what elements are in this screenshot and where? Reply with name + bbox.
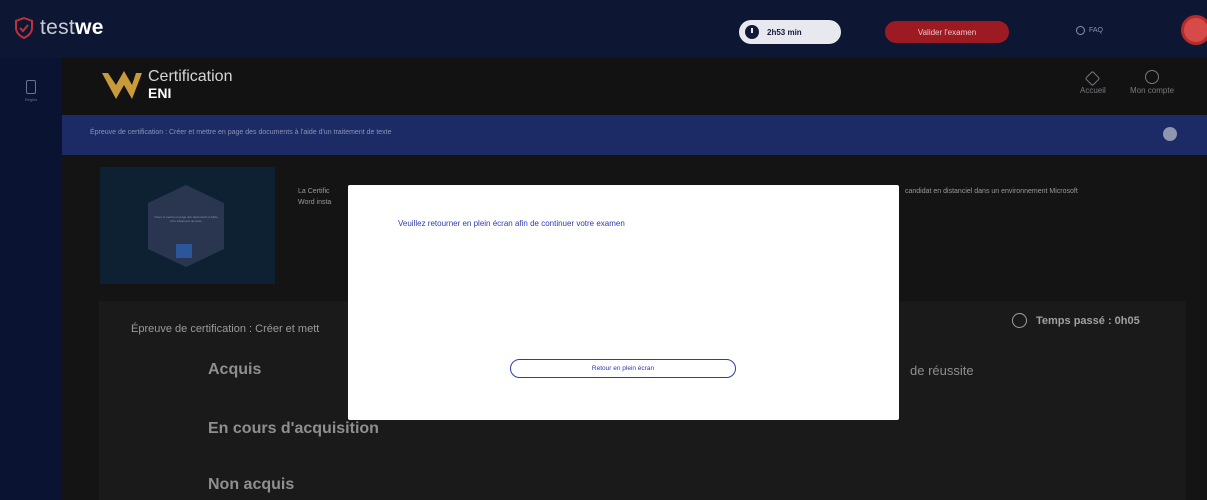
shield-icon (15, 17, 33, 39)
cert-subtitle: ENI (148, 85, 172, 101)
return-fullscreen-button[interactable]: Retour en plein écran (510, 359, 736, 378)
nav-account[interactable]: Mon compte (1130, 70, 1174, 95)
status-en-cours: En cours d'acquisition (208, 420, 379, 437)
banner-text: Épreuve de certification : Créer et mett… (90, 129, 392, 136)
word-icon (176, 244, 192, 258)
status-reussite: de réussite (910, 363, 974, 378)
results-title: Épreuve de certification : Créer et mett (131, 323, 320, 335)
fullscreen-modal: Veuillez retourner en plein écran afin d… (348, 185, 899, 420)
status-acquis: Acquis (208, 361, 262, 378)
description-line-2: Word insta (298, 199, 332, 206)
description-right: candidat en distanciel dans un environne… (905, 188, 1078, 195)
nav-home-label: Accueil (1080, 86, 1106, 95)
user-icon (1145, 70, 1160, 84)
user-avatar[interactable] (1181, 15, 1207, 45)
help-icon (1076, 26, 1085, 35)
clock-icon (1012, 313, 1027, 328)
time-spent-text: Temps passé : 0h05 (1036, 314, 1140, 327)
brand-logo[interactable]: testwe (14, 16, 104, 40)
exam-banner: Épreuve de certification : Créer et mett… (62, 115, 1207, 155)
description-line-1: La Certific (298, 188, 330, 195)
left-rail: Règles (0, 58, 62, 500)
modal-message: Veuillez retourner en plein écran afin d… (398, 219, 625, 228)
faq-label: FAQ (1089, 27, 1104, 34)
validate-exam-button[interactable]: Valider l'examen (885, 21, 1009, 43)
timer-text: 2h53 min (767, 27, 802, 37)
cert-badge: Créer et mettre en page des documents à … (100, 167, 275, 284)
info-icon[interactable] (1163, 127, 1177, 141)
cert-header: Certification ENI Accueil Mon compte (62, 58, 1207, 115)
badge-text: Créer et mettre en page des documents à … (154, 215, 218, 223)
rules-icon (26, 80, 36, 94)
cert-title: Certification (148, 68, 233, 85)
rail-item-label: Règles (24, 97, 38, 102)
stopwatch-icon (745, 25, 759, 39)
rail-item-rules[interactable]: Règles (0, 80, 62, 102)
exam-timer: 2h53 min (739, 20, 841, 44)
nav-account-label: Mon compte (1130, 86, 1175, 95)
top-bar: testwe 2h53 min Valider l'examen FAQ (0, 0, 1207, 58)
nav-home[interactable]: Accueil (1080, 70, 1106, 95)
status-non-acquis: Non acquis (208, 476, 295, 493)
time-spent: Temps passé : 0h05 (1012, 313, 1140, 328)
brand-name: testwe (40, 16, 104, 39)
eni-logo-icon (102, 71, 142, 99)
faq-link[interactable]: FAQ (1076, 26, 1103, 35)
home-icon (1085, 70, 1101, 87)
